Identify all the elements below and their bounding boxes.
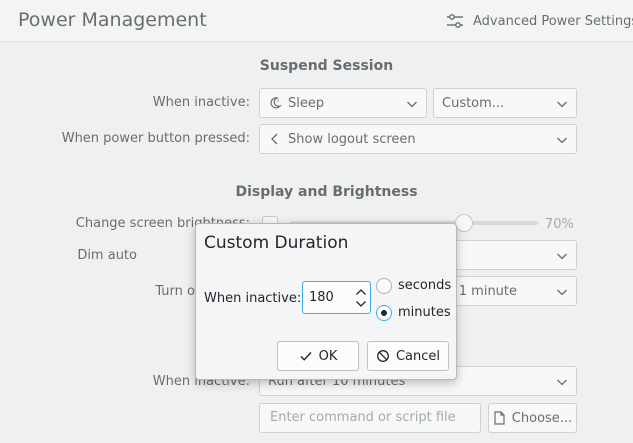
custom-duration-dialog: Custom Duration When inactive: 180 secon…	[195, 223, 457, 380]
checkmark-icon	[299, 349, 313, 363]
cancel-button[interactable]: Cancel	[367, 341, 449, 371]
cancel-icon	[376, 349, 390, 363]
chevron-down-icon[interactable]	[355, 299, 367, 309]
minutes-label: minutes	[398, 305, 451, 320]
seconds-radio[interactable]	[376, 278, 392, 294]
ok-button[interactable]: OK	[277, 341, 359, 371]
seconds-label: seconds	[398, 278, 452, 293]
cancel-label: Cancel	[395, 348, 441, 364]
dialog-title: Custom Duration	[204, 233, 349, 253]
dialog-when-inactive-label: When inactive:	[204, 291, 302, 306]
ok-label: OK	[318, 348, 338, 364]
chevron-up-icon[interactable]	[355, 287, 367, 297]
duration-spinbox[interactable]: 180	[302, 281, 371, 314]
minutes-radio[interactable]	[376, 305, 392, 321]
duration-spinbox-value: 180	[309, 290, 334, 305]
